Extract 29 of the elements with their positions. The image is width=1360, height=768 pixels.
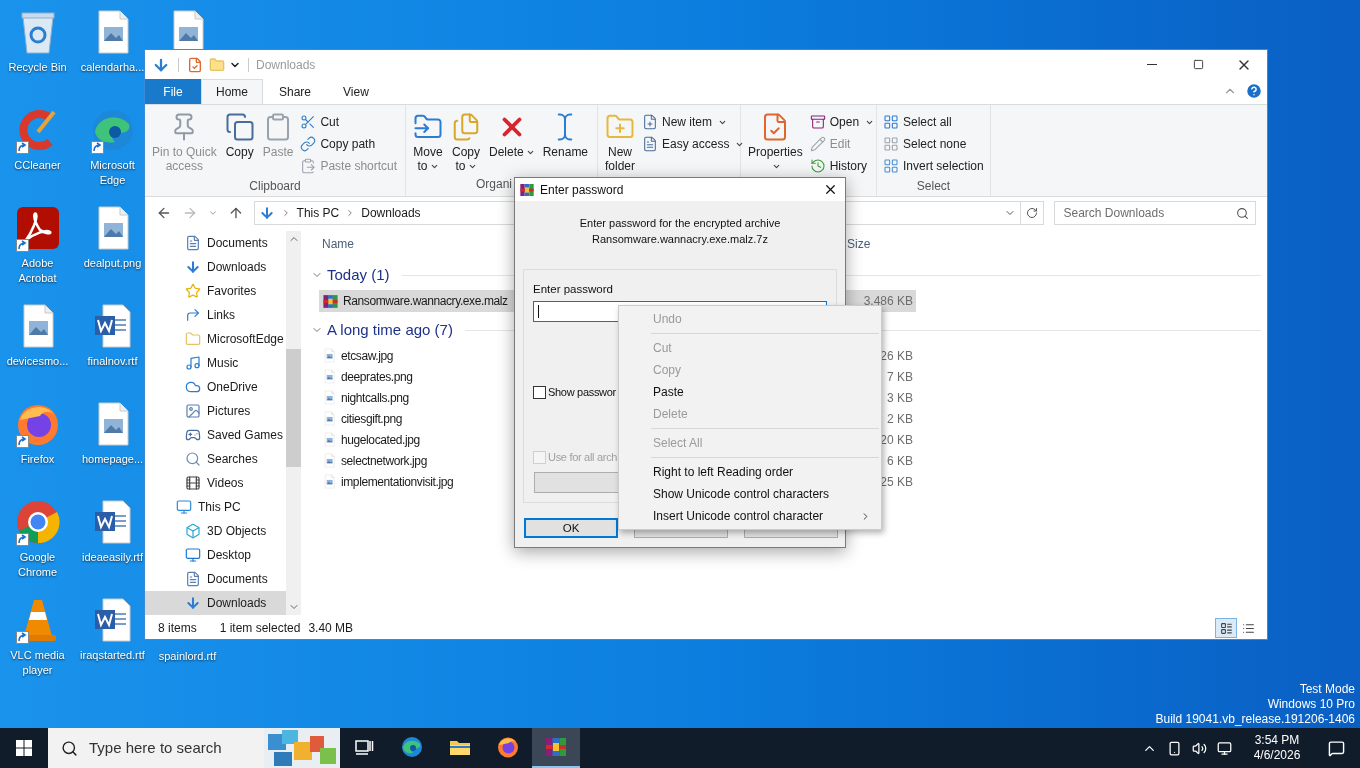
ribbon-group-label: Clipboard [249,178,301,195]
system-watermark-text: Windows 10 Pro [1267,697,1355,712]
file-name: Ransomware.wannacry.exe.malz [343,293,508,310]
checkbox-label: Show passwor [548,385,616,401]
ribbon-group-label: Select [916,178,951,195]
window-title: Downloads [256,56,316,74]
dialog-message: Ransomware.wannacry.exe.malz.7z [592,232,768,247]
file-size: 3,486 KB [862,293,914,310]
file-size: 3 KB [886,389,914,407]
file-size: 2 KB [886,410,914,428]
file-size: 7 KB [886,368,914,386]
ribbon-group-label: Organi [476,176,513,193]
dialog-title: Enter password [540,181,624,199]
file-name: citiesgift.png [341,410,403,428]
file-name: hugelocated.jpg [341,431,420,449]
status-text: 1 item selected [219,620,301,637]
file-name: nightcalls.png [341,389,409,407]
dialog-message: Enter password for the encrypted archive [579,216,781,231]
status-text: 8 items [158,620,197,637]
system-watermark-text: Test Mode [1299,682,1355,697]
status-text: 3.40 MB [308,620,354,637]
file-name: selectnetwork.jpg [341,452,427,470]
checkbox-label: Use for all arch [548,449,618,465]
file-name: implementationvisit.jpg [341,473,454,491]
system-watermark-text: Build 19041.vb_release.191206-1406 [1155,712,1355,727]
file-name: etcsaw.jpg [341,347,394,365]
file-name: deeprates.png [341,368,413,386]
file-size: 6 KB [886,452,914,470]
field-label: Enter password [533,282,614,297]
